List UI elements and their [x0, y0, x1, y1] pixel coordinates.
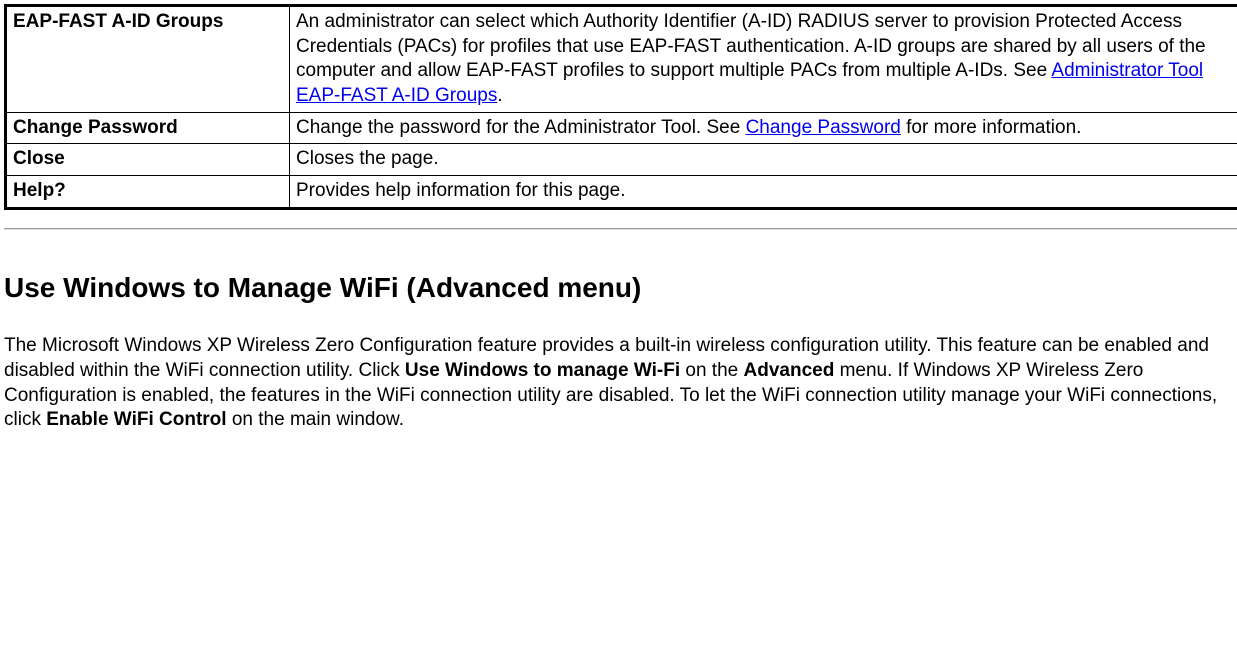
desc-text-before: Provides help information for this page.	[296, 180, 626, 201]
option-name-cell: Change Password	[6, 112, 290, 144]
body-text-b: on the	[680, 360, 743, 381]
bold-use-windows: Use Windows to manage Wi-Fi	[405, 360, 680, 381]
option-desc-cell: Provides help information for this page.	[290, 176, 1237, 209]
desc-text-after: .	[497, 85, 502, 106]
option-name-cell: Close	[6, 144, 290, 176]
desc-text-after: for more information.	[901, 117, 1082, 138]
change-password-link[interactable]: Change Password	[746, 117, 901, 138]
desc-text-before: Change the password for the Administrato…	[296, 117, 746, 138]
desc-text-before: Closes the page.	[296, 148, 439, 169]
option-desc-cell: Change the password for the Administrato…	[290, 112, 1237, 144]
option-name-cell: EAP-FAST A-ID Groups	[6, 6, 290, 113]
body-text-d: on the main window.	[227, 409, 404, 430]
divider	[4, 228, 1237, 230]
option-desc-cell: Closes the page.	[290, 144, 1237, 176]
bold-advanced: Advanced	[744, 360, 835, 381]
option-desc-cell: An administrator can select which Author…	[290, 6, 1237, 113]
table-row: Close Closes the page.	[6, 144, 1237, 176]
table-row: Change Password Change the password for …	[6, 112, 1237, 144]
options-table: EAP-FAST A-ID Groups An administrator ca…	[4, 4, 1237, 210]
section-heading: Use Windows to Manage WiFi (Advanced men…	[4, 270, 1237, 306]
table-row: EAP-FAST A-ID Groups An administrator ca…	[6, 6, 1237, 113]
option-name-cell: Help?	[6, 176, 290, 209]
bold-enable-wifi: Enable WiFi Control	[46, 409, 226, 430]
table-row: Help? Provides help information for this…	[6, 176, 1237, 209]
section-body: The Microsoft Windows XP Wireless Zero C…	[4, 334, 1237, 433]
